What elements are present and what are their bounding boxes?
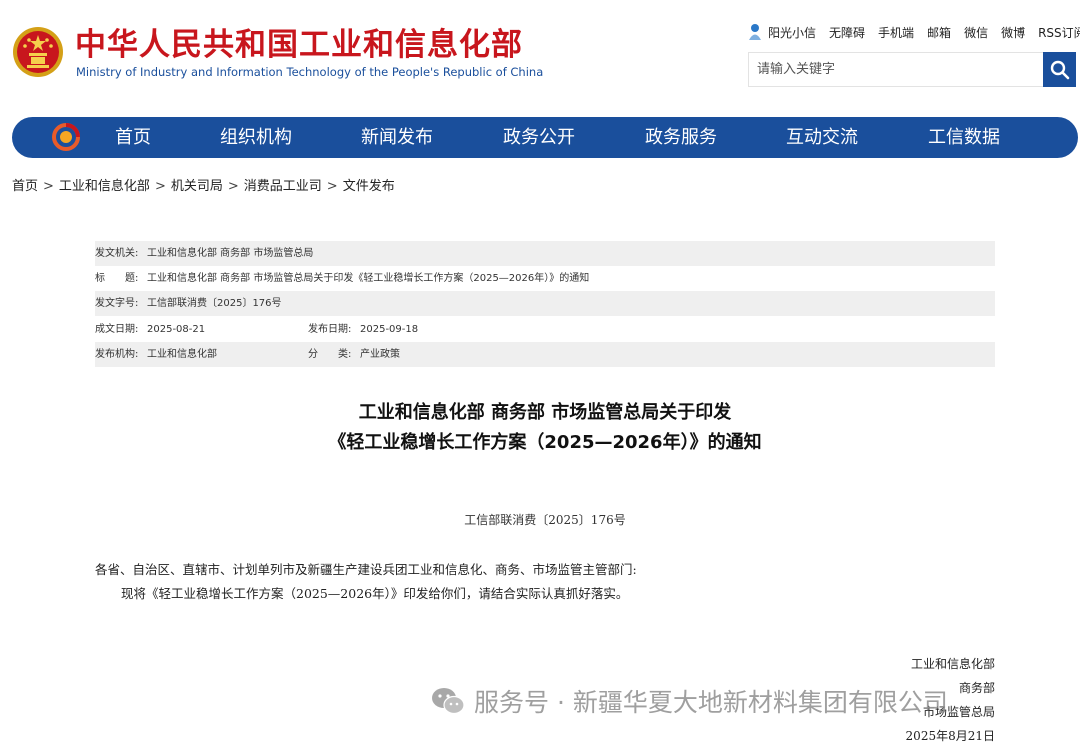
- meta-published-label: 发布日期:: [308, 324, 352, 335]
- breadcrumb-departments[interactable]: 机关司局: [171, 179, 223, 194]
- breadcrumb-consumer-goods[interactable]: 消费品工业司: [244, 179, 322, 194]
- meta-issuer-value: 工业和信息化部 商务部 市场监管总局: [147, 248, 314, 259]
- nav-interaction[interactable]: 互动交流: [786, 117, 858, 158]
- signatory-miit: 工业和信息化部: [910, 657, 995, 671]
- breadcrumb-ministry[interactable]: 工业和信息化部: [59, 179, 150, 194]
- breadcrumb-separator: >: [227, 179, 239, 194]
- nav-news[interactable]: 新闻发布: [361, 117, 433, 158]
- top-link-sunshine[interactable]: 阳光小信: [768, 24, 816, 41]
- top-link-weibo[interactable]: 微博: [1001, 24, 1025, 41]
- meta-row-dates: 成文日期: 2025-08-21 发布日期: 2025-09-18: [95, 317, 995, 342]
- nav-organization[interactable]: 组织机构: [220, 117, 292, 158]
- search-box: [748, 52, 1076, 87]
- meta-row-docno: 发文字号: 工信部联消费〔2025〕176号: [95, 291, 995, 316]
- meta-created-value: 2025-08-21: [147, 324, 206, 335]
- national-emblem-icon: [13, 27, 63, 77]
- search-icon: [1050, 60, 1069, 79]
- top-link-rss[interactable]: RSS订阅: [1038, 24, 1080, 41]
- meta-category-value: 产业政策: [360, 349, 400, 360]
- meta-created-label: 成文日期:: [95, 324, 139, 335]
- document-salutation: 各省、自治区、直辖市、计划单列市及新疆生产建设兵团工业和信息化、商务、市场监管主…: [95, 562, 637, 577]
- meta-row-org: 发布机构: 工业和信息化部 分 类: 产业政策: [95, 342, 995, 367]
- nav-government-services[interactable]: 政务服务: [645, 117, 717, 158]
- top-link-accessibility[interactable]: 无障碍: [829, 24, 865, 41]
- breadcrumb-documents[interactable]: 文件发布: [343, 179, 395, 194]
- meta-row-title: 标 题: 工业和信息化部 商务部 市场监管总局关于印发《轻工业稳增长工作方案（2…: [95, 266, 995, 291]
- document-number: 工信部联消费〔2025〕176号: [464, 513, 626, 527]
- search-input[interactable]: [749, 53, 1047, 86]
- meta-published-value: 2025-09-18: [360, 324, 419, 335]
- document-title-line2: 《轻工业稳增长工作方案（2025—2026年）》的通知: [328, 432, 762, 453]
- breadcrumb-separator: >: [43, 179, 54, 194]
- nav-government-affairs[interactable]: 政务公开: [503, 117, 575, 158]
- signatory-mofcom: 商务部: [958, 681, 995, 695]
- top-links: 阳光小信 无障碍 手机端 邮箱 微信 微博 RSS订阅: [748, 22, 1080, 42]
- nav-home[interactable]: 首页: [115, 117, 151, 158]
- breadcrumb-separator: >: [154, 179, 166, 194]
- breadcrumb-home[interactable]: 首页: [12, 179, 38, 194]
- watermark-text: 服务号 · 新疆华夏大地新材料集团有限公司: [474, 688, 948, 717]
- wechat-icon: [432, 688, 465, 715]
- search-button[interactable]: [1043, 52, 1076, 87]
- breadcrumb-separator: >: [326, 179, 338, 194]
- site-subtitle: Ministry of Industry and Information Tec…: [76, 65, 544, 79]
- document-body: 现将《轻工业稳增长工作方案（2025—2026年）》印发给你们，请结合实际认真抓…: [121, 586, 629, 601]
- breadcrumb: 首页 > 工业和信息化部 > 机关司局 > 消费品工业司 > 文件发布: [12, 175, 395, 194]
- top-link-mobile[interactable]: 手机端: [878, 24, 914, 41]
- sunshine-assistant-icon: [749, 24, 761, 40]
- wechat-watermark: 服务号 · 新疆华夏大地新材料集团有限公司: [430, 683, 948, 719]
- meta-row-issuer: 发文机关: 工业和信息化部 商务部 市场监管总局: [95, 241, 995, 266]
- meta-title-label: 标 题:: [95, 273, 139, 284]
- meta-org-label: 发布机构:: [95, 349, 139, 360]
- meta-docno-label: 发文字号:: [95, 298, 139, 309]
- meta-docno-value: 工信部联消费〔2025〕176号: [147, 298, 282, 309]
- top-link-wechat[interactable]: 微信: [964, 24, 988, 41]
- meta-issuer-label: 发文机关:: [95, 248, 139, 259]
- top-link-mail[interactable]: 邮箱: [927, 24, 951, 41]
- ministry-logo-icon: [52, 123, 80, 151]
- site-title: 中华人民共和国工业和信息化部: [75, 27, 523, 63]
- nav-data[interactable]: 工信数据: [928, 117, 1000, 158]
- document-title-line1: 工业和信息化部 商务部 市场监管总局关于印发: [358, 402, 732, 423]
- meta-title-value: 工业和信息化部 商务部 市场监管总局关于印发《轻工业稳增长工作方案（2025—2…: [147, 273, 590, 284]
- meta-category-label: 分 类:: [308, 349, 352, 360]
- meta-org-value: 工业和信息化部: [147, 349, 217, 360]
- document-date: 2025年8月21日: [905, 729, 995, 743]
